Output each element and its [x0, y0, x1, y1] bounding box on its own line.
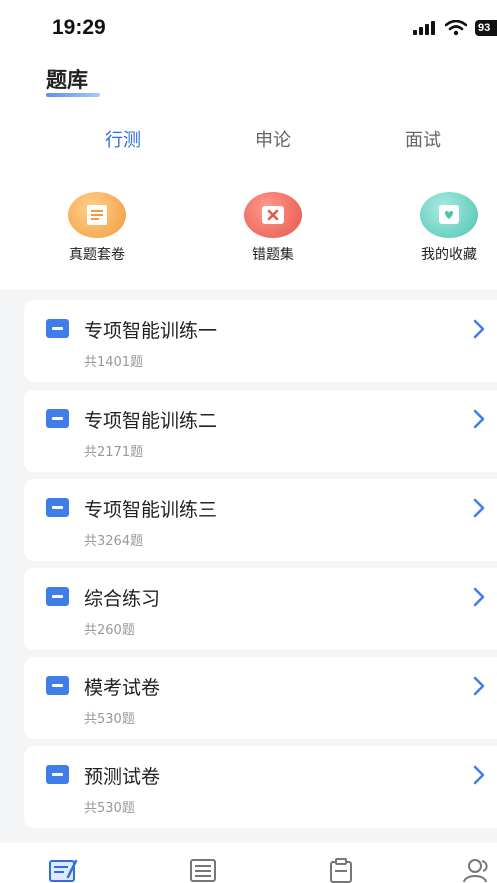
shortcut-label: 真题套卷	[69, 247, 125, 263]
chevron-right-icon	[473, 498, 485, 518]
section-count: 共260题	[84, 623, 135, 638]
section-title: 预测试卷	[84, 766, 161, 788]
wrong-questions-icon	[244, 192, 302, 238]
section-count: 共530题	[84, 801, 135, 816]
tab-mianshi[interactable]: 面试	[378, 126, 468, 152]
chevron-right-icon	[473, 765, 485, 785]
shortcut-row: 真题套卷 错题集 我的收藏	[0, 160, 497, 290]
section-count: 共1401题	[84, 355, 144, 370]
section-card[interactable]: 综合练习 共260题	[24, 568, 497, 650]
collapse-icon	[46, 676, 69, 695]
section-card[interactable]: 专项智能训练三 共3264题	[24, 479, 497, 561]
section-count: 共530题	[84, 712, 135, 727]
header: 题库 行测 申论 面试	[0, 56, 497, 160]
shortcut-real-exams[interactable]: 真题套卷	[42, 192, 152, 264]
shortcut-wrong-questions[interactable]: 错题集	[218, 192, 328, 264]
section-title: 专项智能训练一	[84, 320, 218, 342]
section-title: 专项智能训练三	[84, 499, 218, 521]
wifi-icon	[445, 20, 467, 36]
chevron-right-icon	[473, 676, 485, 696]
collapse-icon	[46, 498, 69, 517]
collapse-icon	[46, 765, 69, 784]
profile-icon[interactable]	[462, 857, 492, 883]
title-underline	[46, 93, 100, 97]
section-title: 模考试卷	[84, 677, 161, 699]
favorites-icon	[420, 192, 478, 238]
collapse-icon	[46, 319, 69, 338]
section-card[interactable]: 专项智能训练二 共2171题	[24, 390, 497, 472]
section-title: 专项智能训练二	[84, 410, 218, 432]
section-title: 综合练习	[84, 588, 161, 610]
bottom-tab-bar	[0, 843, 497, 883]
chevron-right-icon	[473, 409, 485, 429]
tab-xingce[interactable]: 行测	[78, 126, 168, 152]
exam-paper-icon	[68, 192, 126, 238]
list-icon[interactable]	[188, 857, 218, 883]
shortcut-favorites[interactable]: 我的收藏	[394, 192, 497, 264]
collapse-icon	[46, 409, 69, 428]
chevron-right-icon	[473, 587, 485, 607]
status-time: 19:29	[52, 16, 106, 39]
section-count: 共2171题	[84, 445, 144, 460]
question-bank-icon[interactable]	[48, 857, 78, 883]
signal-icon	[413, 21, 435, 35]
chevron-right-icon	[473, 319, 485, 339]
section-count: 共3264题	[84, 534, 144, 549]
tab-shenlun[interactable]: 申论	[228, 126, 318, 152]
shortcut-label: 我的收藏	[421, 247, 477, 263]
status-bar: 19:29 93	[0, 0, 497, 56]
page-title: 题库	[46, 68, 88, 92]
clipboard-icon[interactable]	[326, 857, 356, 883]
shortcut-label: 错题集	[252, 247, 294, 263]
subject-tabs: 行测 申论 面试	[0, 126, 497, 156]
status-icons: 93	[413, 20, 497, 36]
collapse-icon	[46, 587, 69, 606]
battery-icon: 93	[475, 20, 497, 36]
section-card[interactable]: 专项智能训练一 共1401题	[24, 300, 497, 382]
section-card[interactable]: 模考试卷 共530题	[24, 657, 497, 739]
section-card[interactable]: 预测试卷 共530题	[24, 746, 497, 828]
